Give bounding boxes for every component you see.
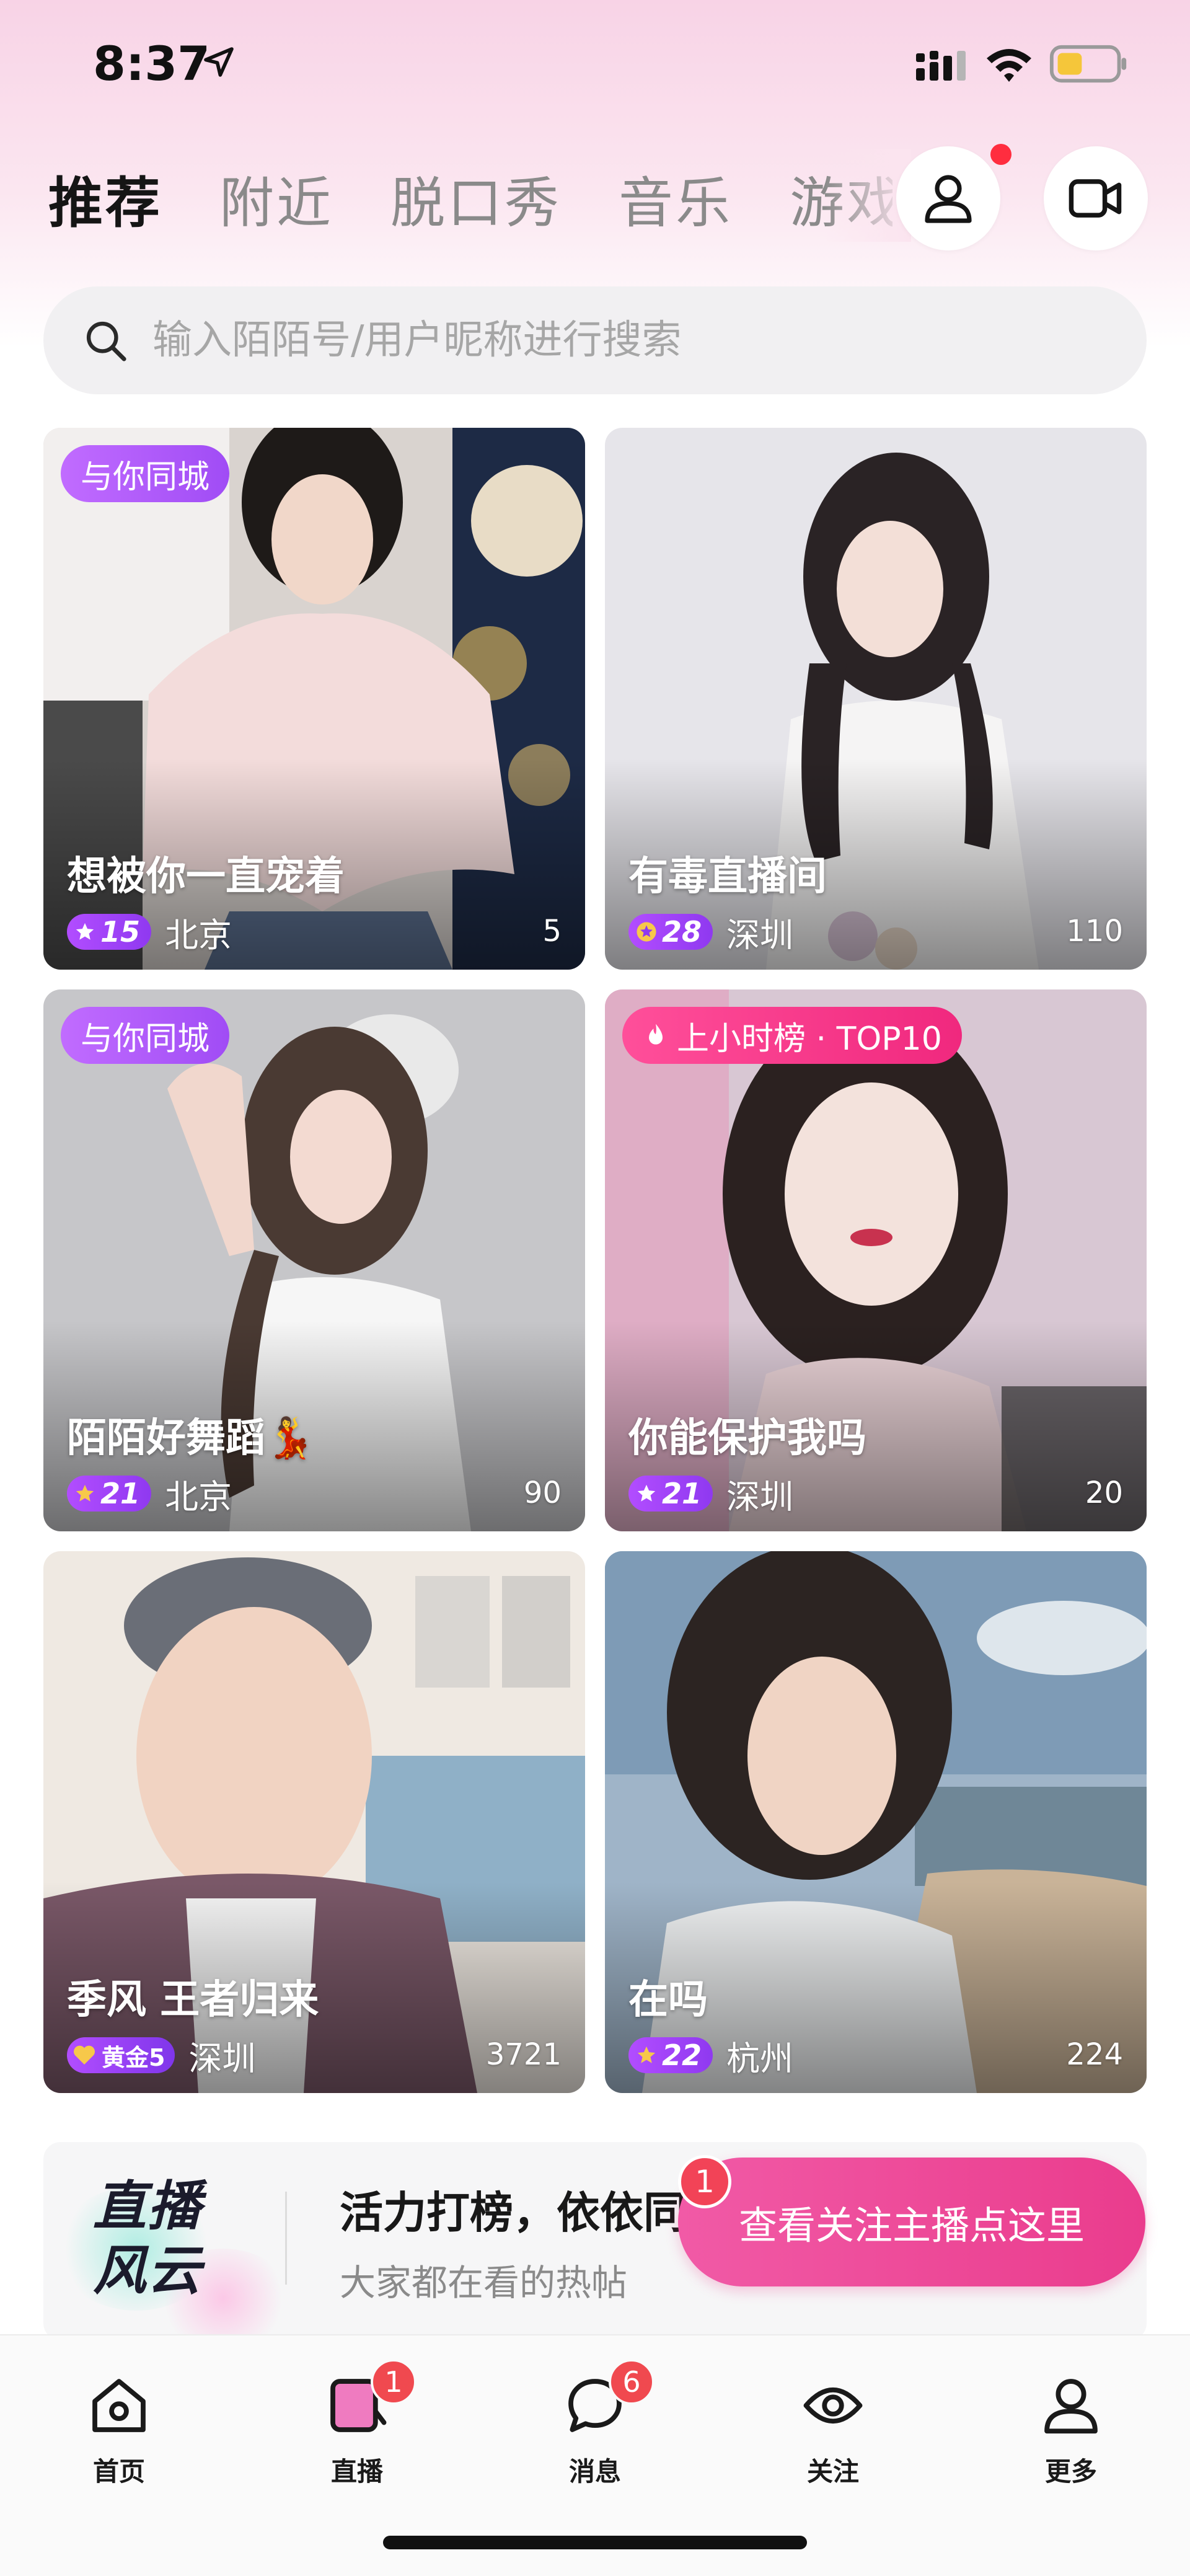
nav-follow[interactable]: 关注 [740, 2335, 926, 2489]
city-label: 北京 [165, 1477, 232, 1516]
card-meta: 22 杭州 [628, 2035, 793, 2078]
city-label: 深圳 [726, 915, 794, 955]
flame-icon [649, 1024, 663, 1045]
followed-live-count-badge: 1 [678, 2155, 731, 2208]
level-badge: 21 [628, 1476, 713, 1512]
person-icon [1044, 2379, 1098, 2434]
star-icon [76, 1484, 94, 1502]
hourly-rank-label: 上小时榜 · TOP10 [677, 1020, 942, 1058]
viewer-count: 110 [1066, 914, 1123, 949]
live-room-card[interactable]: 与你同城 想被你一直宠着 15 北京 5 [43, 428, 585, 970]
card-title: 季风 王者归来 [67, 1977, 319, 2023]
video-camera-icon [1069, 179, 1122, 218]
city-label: 杭州 [726, 2038, 794, 2078]
level-value: 28 [662, 915, 702, 949]
profile-button[interactable] [896, 146, 1000, 250]
live-news-logo: 直播 风云 [56, 2174, 291, 2340]
eye-icon [803, 2388, 863, 2423]
city-label: 深圳 [726, 1477, 794, 1516]
live-room-card[interactable]: 与你同城 陌陌好舞蹈💃 21 北京 90 [43, 989, 585, 1531]
nav-live[interactable]: 直播 [264, 2335, 450, 2489]
category-tabs: 推荐 附近 脱口秀 音乐 游戏 [48, 158, 892, 239]
nav-live-badge: 1 [371, 2359, 416, 2405]
level-badge: 22 [628, 2037, 713, 2073]
wifi-icon [987, 49, 1031, 82]
viewer-count: 90 [523, 1476, 562, 1510]
banner-subtitle: 大家都在看的热帖 [340, 2262, 628, 2304]
status-time: 8:37 [93, 36, 211, 91]
logo-line1: 直播 [93, 2175, 202, 2237]
star-icon [76, 923, 94, 940]
location-arrow-icon [204, 47, 234, 77]
same-city-badge: 与你同城 [61, 1007, 230, 1064]
card-meta: 黄金5 深圳 [67, 2035, 255, 2078]
live-room-card[interactable]: 有毒直播间 28 深圳 110 [605, 428, 1147, 970]
card-meta: 28 深圳 [628, 911, 793, 955]
notification-dot [990, 144, 1011, 165]
logo-text: 直播 风云 [93, 2174, 202, 2303]
tabs-viewport: 推荐 附近 脱口秀 音乐 游戏 [0, 143, 892, 248]
level-value: 黄金5 [102, 2043, 165, 2071]
tab-talk-show[interactable]: 脱口秀 [390, 159, 562, 238]
signal-icon [916, 51, 966, 81]
profile-icon [925, 175, 972, 223]
search-input[interactable] [152, 317, 1082, 363]
card-title: 陌陌好舞蹈💃 [67, 1415, 315, 1461]
level-badge: 21 [67, 1476, 152, 1512]
nav-home[interactable]: 首页 [26, 2335, 212, 2489]
level-value: 21 [100, 1477, 141, 1510]
heart-icon [74, 2045, 95, 2065]
tab-nearby[interactable]: 附近 [219, 159, 333, 238]
search-icon [86, 321, 126, 361]
gold-level-badge: 黄金5 [67, 2037, 175, 2073]
status-bar: 8:37 [0, 0, 1190, 124]
star-icon [637, 1484, 656, 1502]
city-label: 深圳 [188, 2038, 256, 2078]
card-title: 想被你一直宠着 [67, 854, 345, 900]
tab-recommend[interactable]: 推荐 [48, 159, 162, 238]
level-value: 21 [662, 1477, 702, 1510]
live-room-card[interactable]: 上小时榜 · TOP10 你能保护我吗 21 深圳 20 [605, 989, 1147, 1531]
search-bar[interactable] [43, 286, 1147, 394]
card-meta: 21 北京 [67, 1473, 232, 1516]
level-badge: 15 [67, 914, 152, 950]
nav-follow-label: 关注 [806, 2456, 859, 2487]
level-value: 22 [662, 2038, 702, 2072]
banner-divider [285, 2192, 287, 2285]
star-icon [637, 922, 656, 942]
logo-line2: 风云 [93, 2240, 202, 2302]
nav-more[interactable]: 更多 [978, 2335, 1164, 2489]
home-icon [92, 2379, 146, 2432]
hourly-rank-badge: 上小时榜 · TOP10 [622, 1007, 962, 1064]
nav-live-label: 直播 [330, 2456, 383, 2487]
card-meta: 21 深圳 [628, 1473, 793, 1516]
same-city-badge: 与你同城 [61, 445, 230, 502]
nav-messages-badge: 6 [609, 2359, 654, 2405]
card-title: 在吗 [628, 1977, 708, 2023]
live-room-card[interactable]: 在吗 22 杭州 224 [605, 1551, 1147, 2093]
nav-more-label: 更多 [1044, 2456, 1097, 2487]
card-title: 你能保护我吗 [628, 1415, 866, 1461]
viewer-count: 5 [542, 914, 562, 949]
card-title: 有毒直播间 [628, 854, 827, 900]
level-badge: 28 [628, 914, 713, 950]
nav-messages-label: 消息 [568, 2456, 621, 2487]
home-indicator[interactable] [383, 2536, 807, 2549]
city-label: 北京 [165, 915, 232, 955]
tab-music[interactable]: 音乐 [619, 159, 733, 238]
level-value: 15 [100, 915, 141, 949]
viewer-count: 224 [1066, 2037, 1123, 2072]
nav-messages[interactable]: 消息 [502, 2335, 688, 2489]
live-room-card[interactable]: 季风 王者归来 黄金5 深圳 3721 [43, 1551, 585, 2093]
star-icon [637, 2046, 656, 2063]
view-followed-streamers-button[interactable]: 查看关注主播点这里 [678, 2158, 1145, 2286]
card-meta: 15 北京 [67, 911, 232, 955]
viewer-count: 20 [1085, 1476, 1123, 1510]
banner-title: 活力打榜，依依同学 [340, 2187, 730, 2238]
start-live-button[interactable] [1044, 146, 1148, 250]
viewer-count: 3721 [485, 2037, 562, 2072]
battery-icon [1049, 45, 1127, 83]
nav-home-label: 首页 [92, 2456, 145, 2487]
